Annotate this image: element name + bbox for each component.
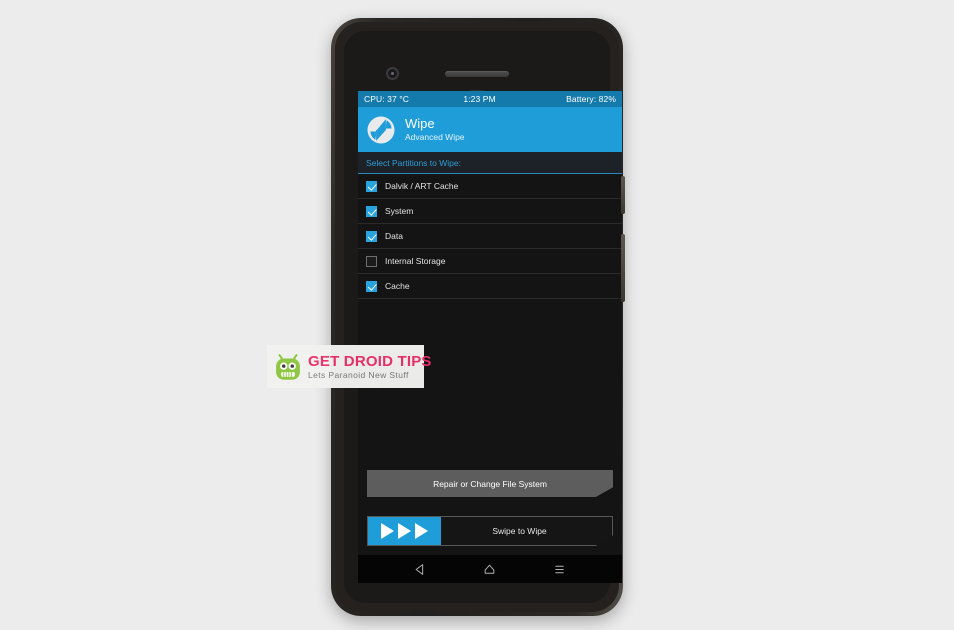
- volume-rocker-button[interactable]: [621, 234, 625, 302]
- cpu-temperature-text: CPU: 37 °C: [364, 94, 410, 104]
- partition-row-system[interactable]: System: [358, 199, 622, 224]
- watermark-tagline: Lets Paranoid New Stuff: [308, 369, 409, 380]
- partition-label: Cache: [385, 281, 410, 291]
- power-button[interactable]: [621, 176, 625, 214]
- clock-text: 1:23 PM: [463, 94, 496, 104]
- page-subtitle: Advanced Wipe: [405, 132, 465, 143]
- checkbox-internal-storage[interactable]: [366, 255, 377, 267]
- arrow-right-icon: [415, 523, 428, 539]
- phone-device-mockup: CPU: 37 °C 1:23 PM Battery: 82% Wipe Adv…: [331, 18, 625, 616]
- partition-row-internal-storage[interactable]: Internal Storage: [358, 249, 622, 274]
- battery-text: Battery: 82%: [566, 94, 616, 104]
- status-bar: CPU: 37 °C 1:23 PM Battery: 82%: [358, 91, 622, 107]
- watermark-title: GET DROID TIPS: [308, 352, 432, 370]
- app-header: Wipe Advanced Wipe: [358, 107, 622, 152]
- partition-row-data[interactable]: Data: [358, 224, 622, 249]
- checkbox-dalvik[interactable]: [366, 180, 377, 192]
- partition-label: Dalvik / ART Cache: [385, 181, 459, 191]
- arrow-right-icon: [381, 523, 394, 539]
- earpiece-speaker-icon: [445, 71, 509, 77]
- android-navigation-bar: [358, 555, 622, 583]
- checkbox-cache[interactable]: [366, 280, 377, 292]
- checkbox-data[interactable]: [366, 230, 377, 242]
- phone-inner-frame: CPU: 37 °C 1:23 PM Battery: 82% Wipe Adv…: [335, 22, 622, 612]
- arrow-right-icon: [398, 523, 411, 539]
- section-label: Select Partitions to Wipe:: [358, 152, 622, 174]
- checkbox-system[interactable]: [366, 205, 377, 217]
- partition-row-dalvik[interactable]: Dalvik / ART Cache: [358, 174, 622, 199]
- watermark-logo: GET DROID TIPS Lets Paranoid New Stuff: [267, 345, 431, 388]
- recents-icon[interactable]: [553, 563, 566, 576]
- partition-row-cache[interactable]: Cache: [358, 274, 622, 299]
- swipe-to-wipe-label: Swipe to Wipe: [492, 526, 547, 536]
- partition-label: Internal Storage: [385, 256, 446, 266]
- home-icon[interactable]: [483, 563, 496, 576]
- footer-actions: Repair or Change File System Swipe to Wi…: [358, 470, 622, 555]
- swipe-handle[interactable]: [368, 517, 441, 545]
- twrp-logo-icon: [367, 116, 395, 143]
- front-camera-icon: [386, 67, 399, 80]
- partition-label: Data: [385, 231, 403, 241]
- partition-list: Dalvik / ART Cache System Data Internal …: [358, 174, 622, 299]
- swipe-to-wipe-slider[interactable]: Swipe to Wipe: [367, 516, 613, 546]
- repair-or-change-filesystem-button[interactable]: Repair or Change File System: [367, 470, 613, 497]
- android-robot-icon: [276, 353, 300, 380]
- back-icon[interactable]: [414, 563, 427, 576]
- partition-label: System: [385, 206, 414, 216]
- phone-front-face: CPU: 37 °C 1:23 PM Battery: 82% Wipe Adv…: [344, 31, 622, 603]
- phone-screen: CPU: 37 °C 1:23 PM Battery: 82% Wipe Adv…: [358, 91, 622, 583]
- page-title: Wipe: [405, 116, 435, 132]
